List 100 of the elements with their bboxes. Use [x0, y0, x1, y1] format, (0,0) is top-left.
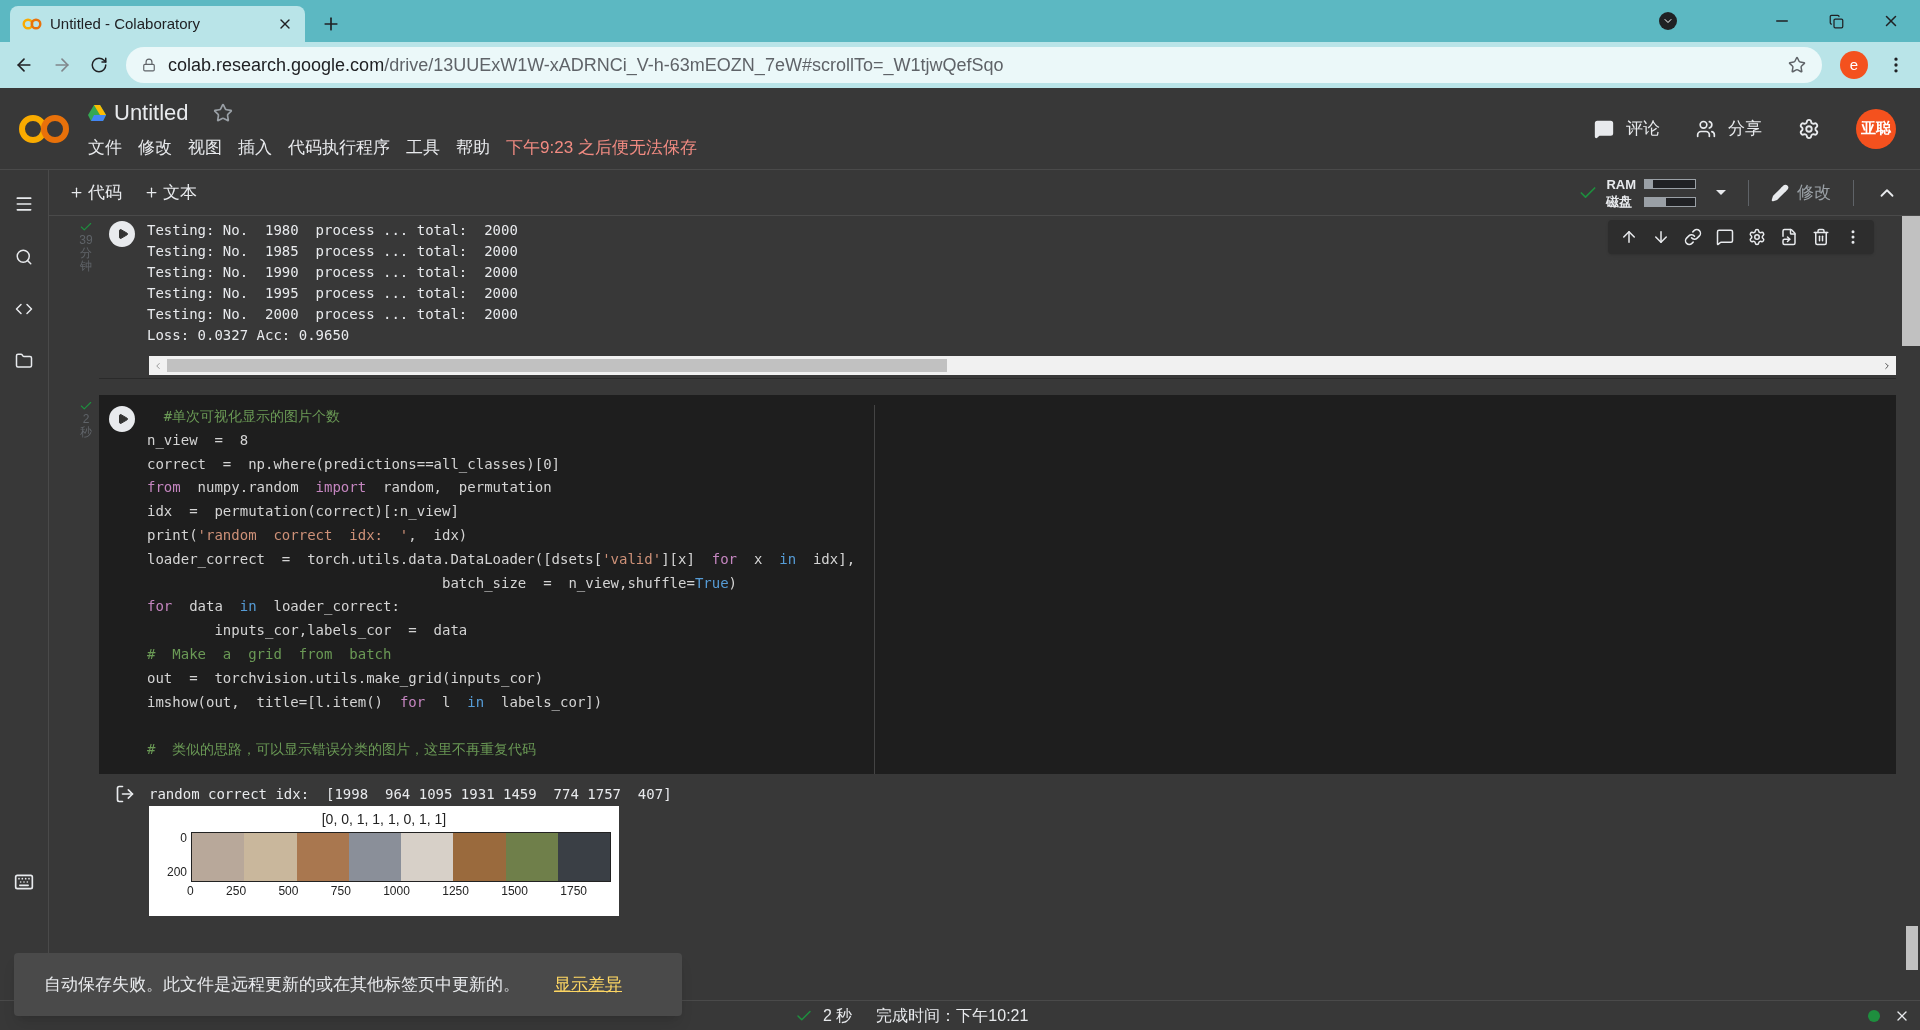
axis-tick-label: 1500: [501, 882, 528, 900]
code-line: batch_size = n_view,shuffle=True): [441, 573, 739, 594]
share-button[interactable]: 分享: [1696, 115, 1762, 142]
code-line: #单次可视化显示的图片个数: [162, 407, 342, 426]
code-line: from numpy.random import random, permutation: [147, 478, 553, 498]
run-button[interactable]: [109, 221, 135, 247]
restore-icon[interactable]: [1829, 13, 1844, 29]
code-line: out = torchvision.utils.make_grid(inputs_cor): [147, 668, 545, 689]
photo-placeholder: [296, 832, 349, 881]
completion-time: 完成时间：下午10:21: [876, 1005, 1029, 1026]
photo-placeholder: [505, 832, 558, 881]
axis-tick-label: 750: [330, 882, 351, 900]
axis-tick-label: 200: [166, 863, 187, 881]
output-line: Testing: No. 1985 process ... total: 2000: [147, 242, 518, 261]
scroll-thumb[interactable]: [1906, 926, 1918, 970]
disk-label: 磁盘: [1606, 192, 1634, 210]
photo-placeholder: [244, 832, 297, 881]
output-icon: [115, 783, 135, 804]
code-line: inputs_cor,labels_cor = data: [213, 621, 469, 641]
plus-icon: [69, 185, 84, 200]
output-line: Testing: No. 1980 process ... total: 2000: [147, 221, 518, 240]
add-cell-button[interactable]: 代码: [69, 179, 122, 206]
browser-tab[interactable]: Untitled - Colaboratory: [10, 6, 305, 42]
code-line: imshow(out, title=[l.item() for l in labels_cor]): [147, 692, 604, 713]
ram-label: RAM: [1606, 175, 1636, 193]
axis-tick-label: 250: [226, 882, 247, 900]
tab-search-icon[interactable]: [1659, 12, 1677, 30]
axis-tick-label: 1750: [560, 882, 587, 900]
code-line: n_view = 8: [147, 430, 250, 451]
menu-icon[interactable]: [14, 194, 34, 214]
url-text: colab.research.google.com/drive/13UUExW1W-xADRNCi_V-h-63mEOZN_7eW#scrollTo=_W1tjwQefSqo: [168, 53, 1005, 78]
settings-icon[interactable]: [1798, 117, 1820, 140]
axis-tick-label: 1250: [442, 882, 469, 900]
add-cell-button[interactable]: 文本: [144, 179, 197, 206]
output-line: Testing: No. 2000 process ... total: 2000: [147, 305, 518, 324]
vertical-scrollbar[interactable]: [1902, 216, 1920, 346]
code-line: # 类似的思路，可以显示错误分类的图片，这里不再重复代码: [147, 740, 538, 760]
photo-placeholder: [401, 832, 454, 881]
code-line: print('random correct idx: ', idx): [147, 526, 469, 545]
code-line: loader_correct = torch.utils.data.DataLoader([dsets['valid'][x] for x in idx],: [147, 549, 856, 570]
scroll-right-icon[interactable]: [1882, 360, 1892, 371]
comment-icon[interactable]: [1716, 228, 1734, 246]
ram-meter: [1644, 178, 1696, 189]
move-down-icon[interactable]: [1652, 228, 1670, 246]
photo-placeholder: [453, 832, 506, 881]
menu-item[interactable]: 修改: [138, 135, 172, 161]
colab-logo-icon[interactable]: [18, 113, 70, 144]
execution-duration: 2 秒: [823, 1005, 853, 1026]
play-icon: [117, 228, 129, 240]
toast-message: 自动保存失败。此文件是远程更新的或在其他标签页中更新的。: [44, 973, 520, 996]
run-button[interactable]: [109, 406, 135, 432]
star-icon[interactable]: [212, 102, 233, 123]
plot-title: [0, 0, 1, 1, 1, 0, 1, 1]: [321, 809, 447, 829]
folder-icon[interactable]: [15, 352, 33, 370]
menu-item[interactable]: 帮助: [456, 135, 490, 161]
edit-button[interactable]: 修改: [1771, 179, 1831, 206]
code-line: correct = np.where(predictions==all_classes)[0]: [147, 454, 561, 475]
menu-item[interactable]: 视图: [188, 135, 222, 161]
tab-title: Untitled - Colaboratory: [50, 13, 202, 34]
photo-placeholder: [192, 832, 245, 881]
notebook-title[interactable]: Untitled: [114, 96, 189, 130]
menu-item[interactable]: 插入: [238, 135, 272, 161]
delete-icon[interactable]: [1812, 228, 1830, 246]
code-line: # Make a grid from batch: [147, 644, 393, 664]
disk-meter: [1644, 196, 1696, 207]
output-line: Loss: 0.0327 Acc: 0.9650: [147, 326, 351, 345]
lock-icon: [142, 58, 156, 72]
colab-logo-icon: [22, 18, 42, 30]
comment-button[interactable]: 评论: [1594, 115, 1660, 142]
output-line: Testing: No. 1995 process ... total: 2000: [147, 284, 518, 303]
photo-placeholder: [348, 832, 401, 881]
play-icon: [117, 413, 129, 425]
comment-icon: [1594, 118, 1614, 139]
search-icon[interactable]: [15, 248, 33, 266]
horizontal-scrollbar[interactable]: [149, 356, 1896, 375]
people-icon: [1696, 118, 1716, 139]
link-icon[interactable]: [1684, 228, 1702, 246]
save-warning: 下午9:23 之后便无法保存: [506, 137, 697, 160]
bookmark-star-icon[interactable]: [1788, 56, 1806, 74]
code-line: for data in loader_correct:: [147, 597, 401, 617]
resources-button[interactable]: RAM 磁盘: [1606, 175, 1726, 210]
pencil-icon: [1771, 183, 1789, 202]
address-field[interactable]: colab.research.google.com/drive/13UUExW1W-xADRNCi_V-h-63mEOZN_7eW#scrollTo=_W1tjwQefSqo: [126, 47, 1822, 83]
output-line: random correct idx: [1998 964 1095 1931 1459 774 1757 407]: [149, 784, 672, 804]
axis-tick-label: 0: [180, 829, 187, 847]
reload-icon[interactable]: [90, 56, 108, 74]
menu-item[interactable]: 代码执行程序: [288, 135, 390, 161]
photo-placeholder: [557, 832, 610, 881]
show-diff-link[interactable]: 显示差异: [554, 971, 622, 998]
axis-tick-label: 1000: [383, 882, 410, 900]
settings-icon[interactable]: [1748, 228, 1766, 246]
output-line: Testing: No. 1990 process ... total: 2000: [147, 263, 518, 282]
menu-item[interactable]: 工具: [406, 135, 440, 161]
keyboard-icon[interactable]: [14, 872, 34, 892]
plus-icon: [144, 185, 159, 200]
menu-item[interactable]: 文件: [88, 135, 122, 161]
dropdown-caret-icon: [1716, 190, 1726, 195]
move-up-icon[interactable]: [1620, 228, 1638, 246]
axis-tick-label: 500: [278, 882, 299, 900]
drive-icon: [88, 104, 106, 121]
